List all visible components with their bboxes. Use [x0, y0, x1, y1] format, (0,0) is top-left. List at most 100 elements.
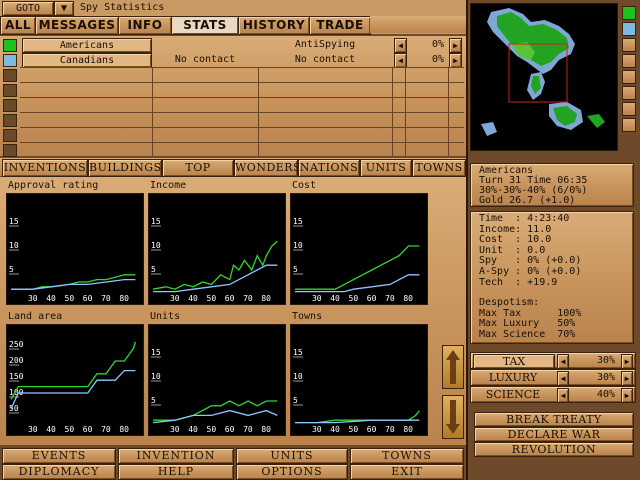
x-tick-label: 60: [225, 425, 235, 434]
detail-line: A-Spy : 0% (+0.0): [479, 265, 582, 277]
row-divider: [20, 82, 464, 83]
income-chart: 5 10 15 30 40 50 60 70 80: [148, 193, 286, 305]
nation-status: No contact: [174, 54, 236, 65]
decrease-arrow-icon[interactable]: ◀: [557, 354, 569, 369]
y-tick-label: 5: [151, 265, 156, 274]
subtab-wonders[interactable]: WONDERS: [234, 159, 301, 177]
empty-chip: [3, 129, 17, 142]
x-tick-label: 80: [403, 294, 413, 303]
subtab-units[interactable]: UNITS: [360, 159, 412, 177]
up-arrow-icon: [446, 350, 460, 384]
tab-info[interactable]: INFO: [118, 16, 172, 35]
decrease-arrow-icon[interactable]: ◀: [557, 371, 569, 386]
tax-label: TAX: [473, 354, 555, 369]
nation-color-chip: [3, 54, 17, 67]
player-color-swatch[interactable]: [622, 6, 636, 20]
empty-chip: [3, 114, 17, 127]
increase-arrow-icon[interactable]: ▶: [621, 388, 633, 403]
increase-arrow-icon[interactable]: ▶: [621, 354, 633, 369]
tax-rate-row: TAX ◀ 30% ▶: [470, 352, 636, 369]
nation-name[interactable]: Americans: [22, 38, 152, 53]
tab-all[interactable]: ALL: [0, 16, 36, 35]
break-treaty-button[interactable]: BREAK TREATY: [474, 412, 634, 427]
main-tabs: ALL MESSAGES INFO STATS HISTORY TRADE: [0, 16, 466, 35]
increase-arrow-icon[interactable]: ▶: [449, 53, 462, 68]
y-tick-label: 15: [151, 217, 161, 226]
chart-title: Income: [150, 180, 187, 191]
x-tick-label: 30: [312, 425, 322, 434]
tab-trade[interactable]: TRADE: [309, 16, 371, 35]
declare-war-button[interactable]: DECLARE WAR: [474, 427, 634, 442]
status-box: Americans Turn 31 Time 06:35 30%-30%-40%…: [470, 163, 634, 207]
x-tick-label: 40: [46, 294, 56, 303]
invention-button[interactable]: INVENTION: [118, 448, 234, 464]
help-button[interactable]: HELP: [118, 464, 234, 480]
nation-status: [154, 38, 256, 51]
detail-line: Time : 4:23:40: [479, 213, 570, 224]
towns-button[interactable]: TOWNS: [350, 448, 464, 464]
empty-swatch: [622, 70, 636, 84]
series-line-rival: [153, 264, 278, 293]
y-tick-label: 5: [9, 265, 14, 274]
x-tick-label: 40: [188, 425, 198, 434]
pin-icon[interactable]: ▼: [54, 1, 74, 16]
tab-messages[interactable]: MESSAGES: [35, 16, 119, 35]
row-divider: [20, 127, 464, 128]
tax-value: 30%: [596, 355, 615, 366]
exit-button[interactable]: EXIT: [350, 464, 464, 480]
x-tick-label: 70: [243, 425, 253, 434]
scroll-down-button[interactable]: [442, 395, 464, 439]
x-tick-label: 30: [312, 294, 322, 303]
units-button[interactable]: UNITS: [236, 448, 348, 464]
subtab-towns[interactable]: TOWNS: [412, 159, 466, 177]
chart-title: Land area: [8, 311, 63, 322]
nation-name[interactable]: Canadians: [22, 53, 152, 68]
subtab-buildings[interactable]: BUILDINGS: [88, 159, 162, 177]
series-line-player: [11, 274, 136, 290]
subtab-inventions[interactable]: INVENTIONS: [2, 159, 88, 177]
bottom-menu: EVENTS INVENTION UNITS TOWNS DIPLOMACY H…: [0, 447, 466, 480]
series-line-rival: [11, 278, 136, 290]
table-row[interactable]: Canadians No contact No contact ◀ 0% ▶: [0, 52, 466, 68]
x-tick-label: 80: [261, 294, 271, 303]
table-row[interactable]: Americans AntiSpying ◀ 0% ▶: [0, 37, 466, 53]
series-line-rival: [295, 419, 420, 424]
scroll-up-button[interactable]: [442, 345, 464, 389]
minimap[interactable]: [470, 3, 618, 151]
diplomacy-button[interactable]: DIPLOMACY: [2, 464, 116, 480]
detail-line: Max Science 70%: [479, 328, 576, 340]
x-tick-label: 70: [385, 425, 395, 434]
decrease-arrow-icon[interactable]: ◀: [557, 388, 569, 403]
col-divider: [392, 67, 393, 156]
tab-history[interactable]: HISTORY: [238, 16, 310, 35]
x-tick-label: 60: [83, 294, 93, 303]
increase-arrow-icon[interactable]: ▶: [621, 371, 633, 386]
revolution-button[interactable]: REVOLUTION: [474, 442, 634, 457]
land-area-chart: 50 100 150 200 250 30 40 50 60 70 80: [6, 324, 144, 436]
x-tick-label: 70: [101, 294, 111, 303]
nation-spy-percent: 0%: [431, 54, 444, 65]
chart-title: Towns: [292, 311, 323, 322]
options-button[interactable]: OPTIONS: [236, 464, 348, 480]
nation-spy-mode: AntiSpying: [294, 39, 356, 50]
x-tick-label: 30: [28, 425, 38, 434]
x-tick-label: 60: [225, 294, 235, 303]
empty-chip: [3, 84, 17, 97]
tab-stats[interactable]: STATS: [171, 16, 239, 35]
x-tick-label: 40: [330, 425, 340, 434]
rival-color-swatch[interactable]: [622, 22, 636, 36]
x-tick-label: 50: [207, 425, 217, 434]
nation-spy-mode: No contact: [294, 54, 356, 65]
subtab-nations[interactable]: NATIONS: [298, 159, 360, 177]
empty-chip: [3, 99, 17, 112]
x-tick-label: 70: [243, 294, 253, 303]
chart-title: Approval rating: [8, 180, 99, 191]
increase-arrow-icon[interactable]: ▶: [449, 38, 462, 53]
title-bar: GOTO ▼ Spy Statistics: [0, 0, 466, 17]
series-line-player: [152, 240, 278, 290]
y-tick-label: 15: [151, 348, 161, 357]
approval-chart: 5 10 15 30 40 50 60 70 80: [6, 193, 144, 305]
goto-button[interactable]: GOTO: [2, 1, 54, 16]
subtab-top-towns[interactable]: TOP TOWNS: [162, 159, 234, 190]
events-button[interactable]: EVENTS: [2, 448, 116, 464]
